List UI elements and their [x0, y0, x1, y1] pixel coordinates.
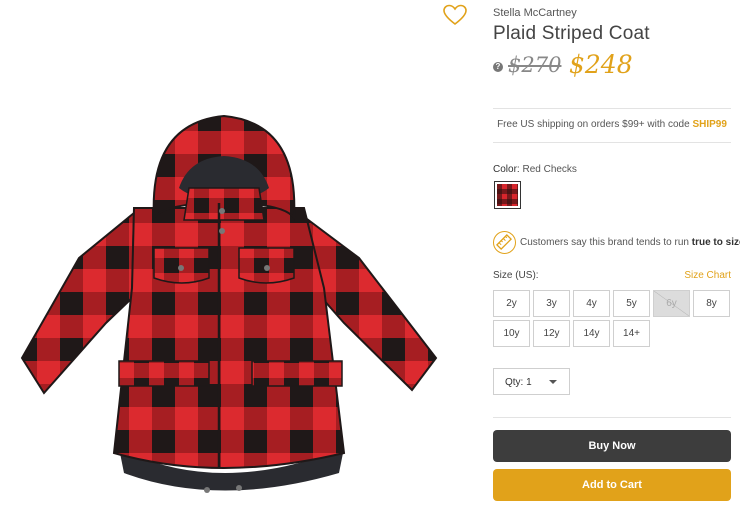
- quantity-select[interactable]: Qty: 1: [493, 368, 570, 395]
- brand-name[interactable]: Stella McCartney: [493, 7, 577, 19]
- color-label: Color:: [493, 164, 520, 175]
- product-image: [14, 108, 440, 508]
- size-chart-link[interactable]: Size Chart: [684, 270, 731, 281]
- ruler-icon: [493, 231, 516, 254]
- size-option-2y[interactable]: 2y: [493, 290, 530, 317]
- sale-price: $248: [569, 50, 633, 79]
- favorite-heart-icon[interactable]: [443, 4, 467, 26]
- fit-text-emphasis: true to size: [691, 237, 740, 248]
- size-label: Size (US):: [493, 270, 539, 281]
- size-option-4y[interactable]: 4y: [573, 290, 610, 317]
- swatch-fill: [497, 184, 518, 206]
- fit-text-lead: Customers say this brand tends to run: [520, 237, 692, 248]
- promo-code: SHIP99: [692, 119, 727, 130]
- shipping-promo: Free US shipping on orders $99+ with cod…: [493, 119, 731, 130]
- divider: [493, 142, 731, 143]
- buy-now-button[interactable]: Buy Now: [493, 430, 731, 462]
- fit-text: Customers say this brand tends to run tr…: [520, 237, 740, 248]
- size-option-14-plus[interactable]: 14+: [613, 320, 650, 347]
- size-option-3y[interactable]: 3y: [533, 290, 570, 317]
- size-option-10y[interactable]: 10y: [493, 320, 530, 347]
- quantity-value: Qty: 1: [505, 377, 532, 388]
- size-option-8y[interactable]: 8y: [693, 290, 730, 317]
- add-to-cart-button[interactable]: Add to Cart: [493, 469, 731, 501]
- size-option-14y[interactable]: 14y: [573, 320, 610, 347]
- shipping-text: Free US shipping on orders $99+ with cod…: [497, 119, 693, 130]
- product-title: Plaid Striped Coat: [493, 23, 650, 44]
- size-option-12y[interactable]: 12y: [533, 320, 570, 347]
- fit-advice: Customers say this brand tends to run tr…: [493, 231, 740, 255]
- size-option-5y[interactable]: 5y: [613, 290, 650, 317]
- divider: [493, 417, 731, 418]
- color-swatch-red-checks[interactable]: [494, 181, 521, 209]
- price-row: ? $270 $248: [493, 50, 733, 82]
- divider: [493, 108, 731, 109]
- chevron-down-icon: [549, 380, 557, 384]
- price-help-icon[interactable]: ?: [493, 62, 503, 72]
- size-option-6y-unavailable: 6y: [653, 290, 690, 317]
- original-price: $270: [508, 53, 562, 77]
- color-value: Red Checks: [522, 164, 577, 175]
- color-label-row: Color: Red Checks: [493, 164, 577, 175]
